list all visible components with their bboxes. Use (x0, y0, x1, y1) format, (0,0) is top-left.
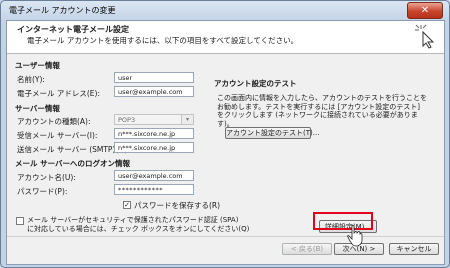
email-field[interactable]: user@example.com (114, 86, 194, 97)
email-label: 電子メール アドレス(E): (17, 89, 101, 98)
account-settings-window: 電子メール アカウントの変更 ✕ インターネット電子メール設定 電子メール アカ… (0, 0, 450, 268)
outgoing-server-field[interactable]: n***.sixcore.ne.jp (114, 142, 194, 153)
window-title: 電子メール アカウントの変更 (9, 6, 116, 15)
name-label: 名前(Y): (17, 75, 45, 84)
save-password-label: パスワードを保存する(R) (134, 201, 221, 210)
user-info-heading: ユーザー情報 (15, 61, 60, 70)
password-field[interactable]: ************ (114, 184, 194, 195)
password-label: パスワード(P): (17, 187, 68, 196)
outgoing-server-label: 送信メール サーバー (SMTP)(O): (17, 145, 130, 154)
incoming-server-label: 受信メール サーバー(I): (17, 131, 98, 140)
account-type-label: アカウントの種類(A): (17, 117, 91, 126)
account-type-select: POP3 ▾ (114, 114, 194, 125)
footer-divider (7, 236, 444, 237)
spa-label-line2: に対応している場合には、チェック ボックスをオンにしてください(Q) (27, 225, 250, 233)
account-type-value: POP3 (118, 116, 136, 124)
account-name-field[interactable]: user@example.com (114, 170, 194, 181)
mouse-pointer-icon (347, 225, 363, 247)
cancel-button[interactable]: キャンセル (389, 243, 439, 255)
back-button[interactable]: < 戻る(B) (282, 243, 332, 255)
click-cursor-icon (415, 24, 435, 49)
save-password-checkbox[interactable]: ✓ (123, 201, 131, 209)
header-title: インターネット電子メール設定 (17, 25, 129, 34)
incoming-server-field[interactable]: n***.sixcore.ne.jp (114, 128, 194, 139)
dialog-header: インターネット電子メール設定 電子メール アカウントを使用するには、以下の項目を… (7, 21, 444, 54)
highlight-box (313, 212, 373, 230)
title-bar: 電子メール アカウントの変更 ✕ (1, 1, 449, 19)
close-button[interactable]: ✕ (407, 2, 443, 19)
test-description: この画面内に情報を入力したら、アカウントのテストを行うことをお勧めします。テスト… (217, 94, 427, 128)
server-info-heading: サーバー情報 (15, 104, 60, 113)
dialog-client-area: インターネット電子メール設定 電子メール アカウントを使用するには、以下の項目を… (6, 20, 445, 265)
spa-checkbox[interactable] (16, 217, 24, 225)
header-subtitle: 電子メール アカウントを使用するには、以下の項目をすべて設定してください。 (27, 36, 299, 45)
test-heading: アカウント設定のテスト (214, 79, 297, 88)
test-account-button[interactable]: アカウント設定のテスト(T)... (225, 127, 319, 139)
logon-info-heading: メール サーバーへのログオン情報 (15, 159, 131, 168)
account-name-label: アカウント名(U): (17, 173, 76, 182)
chevron-down-icon: ▾ (181, 115, 193, 124)
name-field[interactable]: user (114, 72, 194, 83)
